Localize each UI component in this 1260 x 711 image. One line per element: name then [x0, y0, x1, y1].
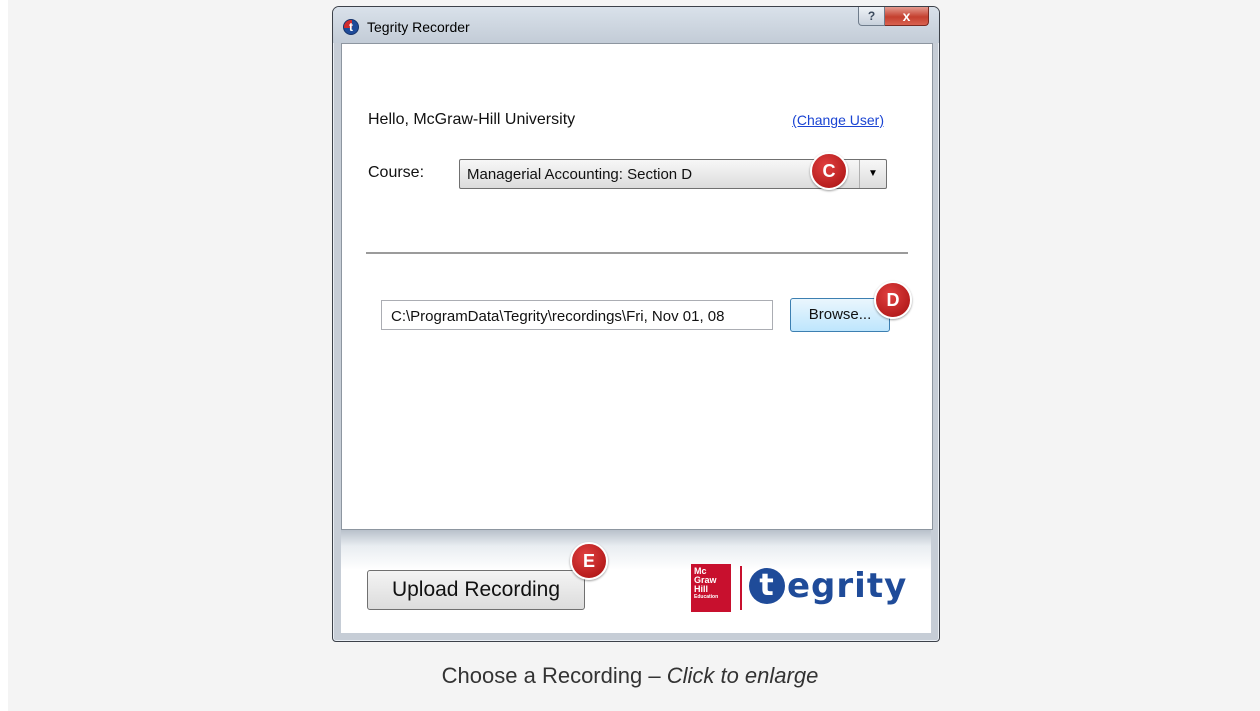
chevron-down-icon[interactable]: ▼ — [859, 160, 886, 188]
greeting-text: Hello, McGraw-Hill University — [368, 111, 576, 128]
tegrity-recorder-window: t Tegrity Recorder ? x Hello, McGraw-Hil… — [332, 6, 940, 642]
window-title: Tegrity Recorder — [367, 19, 470, 35]
tegrity-logo-text: egrity — [787, 566, 908, 606]
client-area: Hello, McGraw-Hill University (Change Us… — [341, 43, 933, 530]
course-selected-value: Managerial Accounting: Section D — [467, 166, 693, 183]
callout-badge-c: C — [810, 152, 848, 190]
course-label: Course: — [368, 164, 425, 181]
recording-path-field[interactable]: C:\ProgramData\Tegrity\recordings\Fri, N… — [381, 300, 773, 330]
figure-caption[interactable]: Choose a Recording – Click to enlarge — [0, 663, 1260, 689]
change-user-link[interactable]: (Change User) — [792, 112, 884, 128]
tegrity-app-icon: t — [343, 19, 359, 35]
section-divider — [366, 252, 908, 254]
title-bar: t Tegrity Recorder ? x — [333, 7, 939, 43]
callout-badge-d: D — [874, 281, 912, 319]
footer-bar: Upload Recording E Mc Graw Hill Educatio… — [341, 530, 931, 633]
caption-enlarge-link[interactable]: Click to enlarge — [667, 663, 819, 688]
tegrity-logo: t egrity — [749, 566, 907, 606]
tegrity-logo-mark: t — [749, 568, 785, 604]
upload-recording-button[interactable]: Upload Recording — [367, 570, 585, 610]
close-button[interactable]: x — [885, 7, 929, 26]
caption-buttons: ? x — [858, 7, 929, 27]
callout-badge-e: E — [570, 542, 608, 580]
app-icon-letter: t — [349, 20, 353, 34]
help-button[interactable]: ? — [858, 7, 885, 26]
mh-logo-line-4: Education — [694, 594, 719, 600]
mcgraw-hill-logo: Mc Graw Hill Education — [691, 564, 731, 612]
mh-logo-line-3: Hill — [694, 584, 709, 594]
caption-main: Choose a Recording – — [441, 663, 667, 688]
logo-separator — [740, 566, 742, 610]
